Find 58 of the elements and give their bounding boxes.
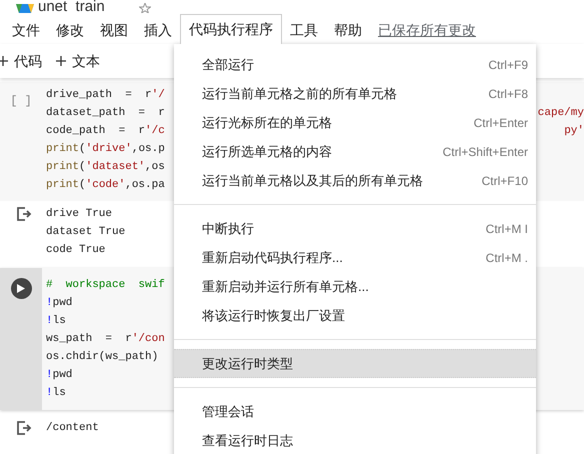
code-line: print('dataset',os	[46, 160, 165, 175]
menu-option[interactable]: 全部运行 Ctrl+F9	[174, 50, 536, 79]
code-line: !ls	[46, 314, 66, 329]
menu-option[interactable]: 将该运行时恢复出厂设置	[174, 301, 536, 330]
menu-option[interactable]: 运行当前单元格之前的所有单元格 Ctrl+F8	[174, 79, 536, 108]
add-cell-button[interactable]: 文本	[54, 50, 102, 72]
menu-option[interactable]: 运行光标所在的单元格 Ctrl+Enter	[174, 108, 536, 137]
menu-option[interactable]: 中断执行 Ctrl+M I	[174, 214, 536, 243]
code-line: code_path = r'/c	[46, 124, 165, 139]
star-icon[interactable]	[138, 3, 151, 13]
code-line: !pwd	[46, 368, 72, 383]
menu-option[interactable]: 重新启动代码执行程序... Ctrl+M .	[174, 243, 536, 272]
code-line: os.chdir(ws_path)	[46, 350, 158, 365]
code-line: py'	[564, 124, 584, 139]
menu-option[interactable]: 管理会话	[174, 397, 536, 426]
menu-item[interactable]: 修改	[48, 16, 92, 44]
code-line: drive_path = r'/	[46, 88, 165, 103]
notebook-title: unet_train	[38, 0, 105, 13]
output-line: /content	[46, 421, 99, 436]
shortcut-text: Ctrl+M .	[486, 250, 528, 266]
menu-item[interactable]: 视图	[92, 16, 136, 44]
code-line: !pwd	[46, 296, 72, 311]
plus-icon	[0, 56, 8, 66]
code-line: ws_path = r'/con	[46, 332, 165, 347]
code-line: print('code',os.pa	[46, 178, 165, 193]
shortcut-text: Ctrl+M I	[486, 220, 528, 238]
menu-option[interactable]: 查看运行时日志	[174, 426, 536, 454]
run-marker: [ ]	[10, 93, 32, 110]
plus-icon	[56, 56, 66, 66]
menu-item[interactable]: 文件	[4, 16, 48, 44]
menu-item[interactable]: 代码执行程序	[180, 14, 282, 44]
save-status-link[interactable]: 已保存所有更改	[370, 16, 484, 44]
menu-option[interactable]: 运行所选单元格的内容 Ctrl+Shift+Enter	[174, 137, 536, 166]
output-line: dataset True	[46, 225, 126, 240]
code-line: dataset_path = r	[46, 106, 165, 121]
play-icon	[17, 284, 25, 293]
code-line: print('drive',os.p	[46, 142, 165, 157]
menu-item[interactable]: 插入	[136, 16, 180, 44]
shortcut-text: Ctrl+F8	[488, 86, 528, 102]
drive-logo-icon	[16, 4, 34, 13]
run-cell-button[interactable]	[10, 278, 32, 299]
output-line: drive True	[46, 207, 114, 222]
shortcut-text: Ctrl+F10	[482, 172, 528, 190]
output-line: code True	[46, 243, 106, 258]
menu-item[interactable]: 帮助	[326, 16, 370, 44]
menu-option[interactable]: 重新启动并运行所有单元格...	[174, 272, 536, 301]
output-icon	[16, 207, 32, 221]
output-icon	[16, 421, 32, 435]
shortcut-text: Ctrl+Shift+Enter	[442, 144, 528, 160]
code-line: # workspace swif	[46, 278, 165, 293]
shortcut-text: Ctrl+Enter	[474, 114, 528, 132]
code-line: cape/my	[538, 106, 584, 121]
menu-option[interactable]: 运行当前单元格以及其后的所有单元格 Ctrl+F10	[174, 166, 536, 195]
shortcut-text: Ctrl+F9	[488, 56, 528, 74]
menu-option[interactable]: 更改运行时类型	[174, 349, 536, 378]
add-cell-button[interactable]: 代码	[0, 50, 44, 72]
menu-item[interactable]: 工具	[282, 16, 326, 44]
code-line: !ls	[46, 386, 66, 401]
